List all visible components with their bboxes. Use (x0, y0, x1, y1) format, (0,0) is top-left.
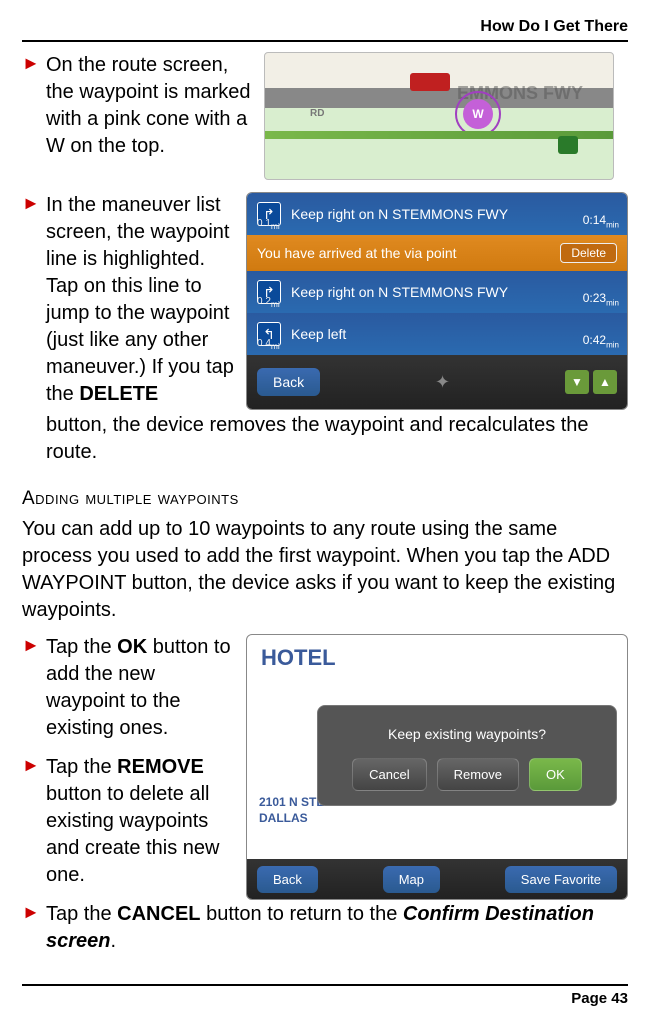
route-screen-screenshot: EMMONS FWY RD W (264, 52, 614, 180)
bullet-item: ► On the route screen, the waypoint is m… (22, 52, 628, 180)
bullet-text: In the maneuver list screen, the waypoin… (46, 192, 238, 410)
time-label: 0:14min (583, 213, 619, 229)
time-label: 0:23min (583, 291, 619, 307)
distance-label: 0.2mi (257, 296, 280, 309)
bullet-item: ► Tap the CANCEL button to return to the… (22, 901, 628, 955)
bullet-item: ► Tap the OK button to add the new waypo… (22, 634, 238, 742)
cancel-button[interactable]: Cancel (352, 758, 426, 791)
maneuver-row[interactable]: ↱ Keep right on N STEMMONS FWY 0.1mi 0:1… (247, 193, 627, 235)
dialog-screenshot: HOTEL 2101 N STEDALLAS Keep existing way… (246, 634, 628, 901)
remove-button[interactable]: Remove (437, 758, 519, 791)
bullet-text: Tap the OK button to add the new waypoin… (46, 634, 236, 742)
bullet-continuation: button, the device removes the waypoint … (22, 412, 628, 466)
maneuver-row[interactable]: ↱ Keep right on N STEMMONS FWY 0.2mi 0:2… (247, 271, 627, 313)
dialog-question: Keep existing waypoints? (332, 726, 602, 742)
bullet-group: ► Tap the OK button to add the new waypo… (22, 634, 628, 901)
maneuver-text: You have arrived at the via point (257, 245, 457, 261)
confirm-dialog: Keep existing waypoints? Cancel Remove O… (317, 705, 617, 806)
page: How Do I Get There ► On the route screen… (0, 0, 650, 1017)
vehicle-icon (410, 73, 450, 91)
dialog-title: HOTEL (247, 635, 627, 681)
bullet-text: Tap the REMOVE button to delete all exis… (46, 754, 236, 889)
maneuver-row-highlighted[interactable]: You have arrived at the via point Delete (247, 235, 627, 271)
maneuver-list-screenshot: ↱ Keep right on N STEMMONS FWY 0.1mi 0:1… (246, 192, 628, 410)
ok-button[interactable]: OK (529, 758, 582, 791)
scroll-up-button[interactable]: ▲ (593, 370, 617, 394)
scroll-down-button[interactable]: ▼ (565, 370, 589, 394)
bullet-arrow-icon: ► (22, 52, 46, 180)
back-button[interactable]: Back (257, 368, 320, 396)
page-header: How Do I Get There (22, 18, 628, 42)
bullet-text: Tap the CANCEL button to return to the C… (46, 901, 628, 955)
bullet-item: ► Tap the REMOVE button to delete all ex… (22, 754, 238, 889)
distance-label: 0.4mi (257, 338, 280, 351)
bullet-text: On the route screen, the waypoint is mar… (46, 52, 256, 180)
map-button[interactable]: Map (383, 866, 440, 893)
maneuver-text: Keep left (291, 326, 346, 342)
bullet-arrow-icon: ► (22, 192, 46, 410)
delete-button[interactable]: Delete (560, 243, 617, 263)
maneuver-row[interactable]: ↰ Keep left 0.4mi 0:42min (247, 313, 627, 355)
body-paragraph: You can add up to 10 waypoints to any ro… (22, 516, 628, 624)
star-icon: ✦ (435, 372, 450, 393)
save-favorite-button[interactable]: Save Favorite (505, 866, 617, 893)
time-label: 0:42min (583, 333, 619, 349)
maneuver-text: Keep right on N STEMMONS FWY (291, 206, 508, 222)
highway-shield-icon (558, 136, 578, 154)
address-text: 2101 N STEDALLAS (259, 795, 324, 826)
bullet-arrow-icon: ► (22, 754, 46, 889)
bullet-arrow-icon: ► (22, 901, 46, 955)
back-button[interactable]: Back (257, 866, 318, 893)
bullet-item: ► In the maneuver list screen, the waypo… (22, 192, 628, 410)
footer-bar: Back Map Save Favorite (247, 859, 627, 899)
section-heading: Adding multiple waypoints (22, 488, 628, 510)
bullet-arrow-icon: ► (22, 634, 46, 742)
distance-label: 0.1mi (257, 218, 280, 231)
page-footer: Page 43 (22, 984, 628, 1017)
footer-bar: Back ✦ ▼ ▲ (247, 355, 627, 409)
rd-label: RD (310, 108, 324, 119)
maneuver-text: Keep right on N STEMMONS FWY (291, 284, 508, 300)
